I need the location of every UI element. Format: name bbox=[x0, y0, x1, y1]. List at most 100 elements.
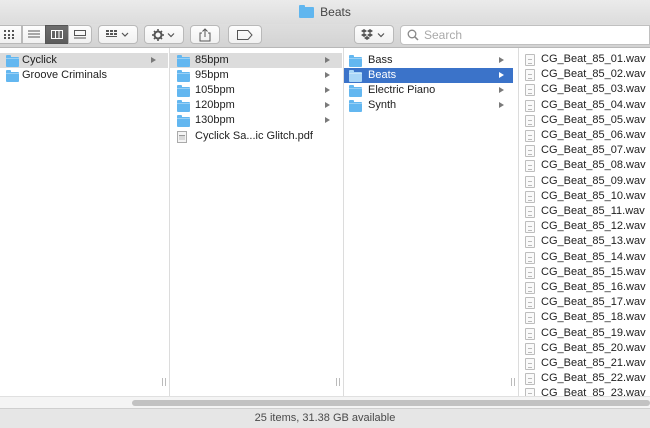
item-label: CG_Beat_85_18.wav bbox=[541, 311, 646, 324]
item-label: 85bpm bbox=[195, 54, 229, 66]
column-browser: Cyclick Groove Criminals 85bpm 95bpm 105bpm… bbox=[0, 48, 650, 396]
item-label: CG_Beat_85_12.wav bbox=[541, 220, 646, 233]
file-item[interactable]: CG_Beat_85_04.wav bbox=[519, 98, 648, 113]
dropbox-button[interactable] bbox=[354, 25, 394, 44]
action-menu-button[interactable] bbox=[144, 25, 184, 44]
icon-grid-icon bbox=[4, 30, 14, 39]
item-label: Cyclick bbox=[22, 54, 57, 66]
file-item[interactable]: CG_Beat_85_12.wav bbox=[519, 219, 648, 234]
folder-item[interactable]: 85bpm bbox=[170, 53, 342, 68]
folder-item[interactable]: 95bpm bbox=[170, 68, 342, 83]
file-item[interactable]: CG_Beat_85_23.wav bbox=[519, 386, 648, 396]
search-input[interactable] bbox=[424, 28, 644, 42]
file-item[interactable]: CG_Beat_85_07.wav bbox=[519, 143, 648, 158]
file-item[interactable]: CG_Beat_85_09.wav bbox=[519, 174, 648, 189]
tag-icon bbox=[237, 29, 253, 40]
item-label: CG_Beat_85_21.wav bbox=[541, 357, 646, 369]
item-label: CG_Beat_85_17.wav bbox=[541, 296, 646, 309]
audio-file-icon bbox=[525, 175, 535, 188]
audio-file-icon bbox=[525, 327, 535, 340]
item-label: CG_Beat_85_16.wav bbox=[541, 281, 646, 293]
audio-file-icon bbox=[525, 388, 535, 396]
dropbox-icon bbox=[361, 28, 385, 40]
item-label: Cyclick Sa...ic Glitch.pdf bbox=[195, 129, 313, 142]
column-view-button[interactable] bbox=[45, 25, 69, 44]
item-label: CG_Beat_85_11.wav bbox=[541, 205, 645, 217]
item-label: CG_Beat_85_06.wav bbox=[541, 129, 646, 141]
column-2[interactable]: 85bpm 95bpm 105bpm 120bpm 130bpm Cyclick Sa..… bbox=[170, 48, 344, 396]
file-item[interactable]: CG_Beat_85_17.wav bbox=[519, 295, 648, 310]
audio-file-icon bbox=[525, 130, 535, 142]
status-bar: 25 items, 31.38 GB available bbox=[0, 408, 650, 428]
folder-item[interactable]: Beats bbox=[344, 68, 513, 84]
disclosure-arrow-icon bbox=[151, 57, 156, 63]
item-label: CG_Beat_85_03.wav bbox=[541, 83, 646, 96]
file-item[interactable]: CG_Beat_85_05.wav bbox=[519, 113, 648, 128]
item-label: Electric Piano bbox=[368, 84, 436, 97]
folder-item[interactable]: Cyclick bbox=[0, 53, 168, 68]
share-icon bbox=[199, 27, 211, 41]
audio-file-icon bbox=[525, 206, 535, 218]
list-view-button[interactable] bbox=[22, 25, 46, 44]
file-item[interactable]: CG_Beat_85_03.wav bbox=[519, 82, 648, 97]
file-item[interactable]: CG_Beat_85_21.wav bbox=[519, 356, 648, 371]
folder-icon bbox=[177, 100, 190, 113]
file-item[interactable]: CG_Beat_85_08.wav bbox=[519, 158, 648, 173]
folder-icon bbox=[177, 115, 190, 128]
audio-file-icon bbox=[525, 190, 535, 203]
folder-item[interactable]: 105bpm bbox=[170, 83, 342, 98]
column-4[interactable]: CG_Beat_85_01.wav CG_Beat_85_02.wav CG_Bea… bbox=[519, 48, 650, 396]
folder-item[interactable]: Electric Piano bbox=[344, 83, 517, 98]
file-item[interactable]: Cyclick Sa...ic Glitch.pdf bbox=[170, 129, 342, 144]
folder-icon bbox=[177, 85, 190, 98]
disclosure-arrow-icon bbox=[325, 72, 330, 79]
folder-item[interactable]: Bass bbox=[344, 53, 517, 68]
file-item[interactable]: CG_Beat_85_14.wav bbox=[519, 250, 648, 265]
group-by-button[interactable] bbox=[98, 25, 138, 44]
gallery-view-button[interactable] bbox=[68, 25, 92, 44]
gallery-icon bbox=[74, 30, 86, 39]
file-item[interactable]: CG_Beat_85_01.wav bbox=[519, 52, 648, 67]
folder-icon bbox=[299, 4, 315, 18]
file-item[interactable]: CG_Beat_85_22.wav bbox=[519, 371, 648, 386]
item-label: CG_Beat_85_09.wav bbox=[541, 174, 646, 187]
file-item[interactable]: CG_Beat_85_20.wav bbox=[519, 341, 648, 356]
column-1[interactable]: Cyclick Groove Criminals bbox=[0, 48, 170, 396]
item-label: CG_Beat_85_07.wav bbox=[541, 144, 646, 157]
gear-icon bbox=[152, 28, 175, 41]
columns-icon bbox=[51, 30, 63, 39]
file-item[interactable]: CG_Beat_85_15.wav bbox=[519, 265, 648, 280]
folder-item[interactable]: Groove Criminals bbox=[0, 68, 168, 83]
share-button[interactable] bbox=[190, 25, 220, 44]
item-label: CG_Beat_85_01.wav bbox=[541, 53, 646, 65]
file-item[interactable]: CG_Beat_85_06.wav bbox=[519, 128, 648, 143]
file-item[interactable]: CG_Beat_85_16.wav bbox=[519, 280, 648, 295]
file-item[interactable]: CG_Beat_85_10.wav bbox=[519, 189, 648, 204]
file-item[interactable]: CG_Beat_85_13.wav bbox=[519, 234, 648, 249]
audio-file-icon bbox=[525, 297, 535, 310]
item-label: 95bpm bbox=[195, 69, 229, 82]
item-label: CG_Beat_85_15.wav bbox=[541, 265, 646, 278]
column-resize-handle[interactable] bbox=[162, 378, 166, 386]
search-field[interactable] bbox=[400, 25, 650, 45]
icon-view-button[interactable] bbox=[0, 25, 22, 44]
file-item[interactable]: CG_Beat_85_18.wav bbox=[519, 310, 648, 325]
item-label: CG_Beat_85_05.wav bbox=[541, 113, 646, 126]
horizontal-scrollbar[interactable] bbox=[0, 396, 650, 408]
column-resize-handle[interactable] bbox=[336, 378, 340, 386]
folder-item[interactable]: 130bpm bbox=[170, 113, 342, 128]
audio-file-icon bbox=[525, 145, 535, 158]
folder-item[interactable]: Synth bbox=[344, 98, 517, 113]
column-3[interactable]: Bass Beats Electric Piano Synth bbox=[344, 48, 519, 396]
audio-file-icon bbox=[525, 99, 535, 112]
file-item[interactable]: CG_Beat_85_11.wav bbox=[519, 204, 648, 219]
scrollbar-thumb[interactable] bbox=[132, 400, 650, 406]
disclosure-arrow-icon bbox=[325, 117, 330, 124]
disclosure-arrow-icon bbox=[499, 72, 504, 79]
folder-item[interactable]: 120bpm bbox=[170, 98, 342, 113]
tags-button[interactable] bbox=[228, 25, 262, 44]
audio-file-icon bbox=[525, 221, 535, 234]
file-item[interactable]: CG_Beat_85_19.wav bbox=[519, 326, 648, 341]
column-resize-handle[interactable] bbox=[511, 378, 515, 386]
file-item[interactable]: CG_Beat_85_02.wav bbox=[519, 67, 648, 82]
